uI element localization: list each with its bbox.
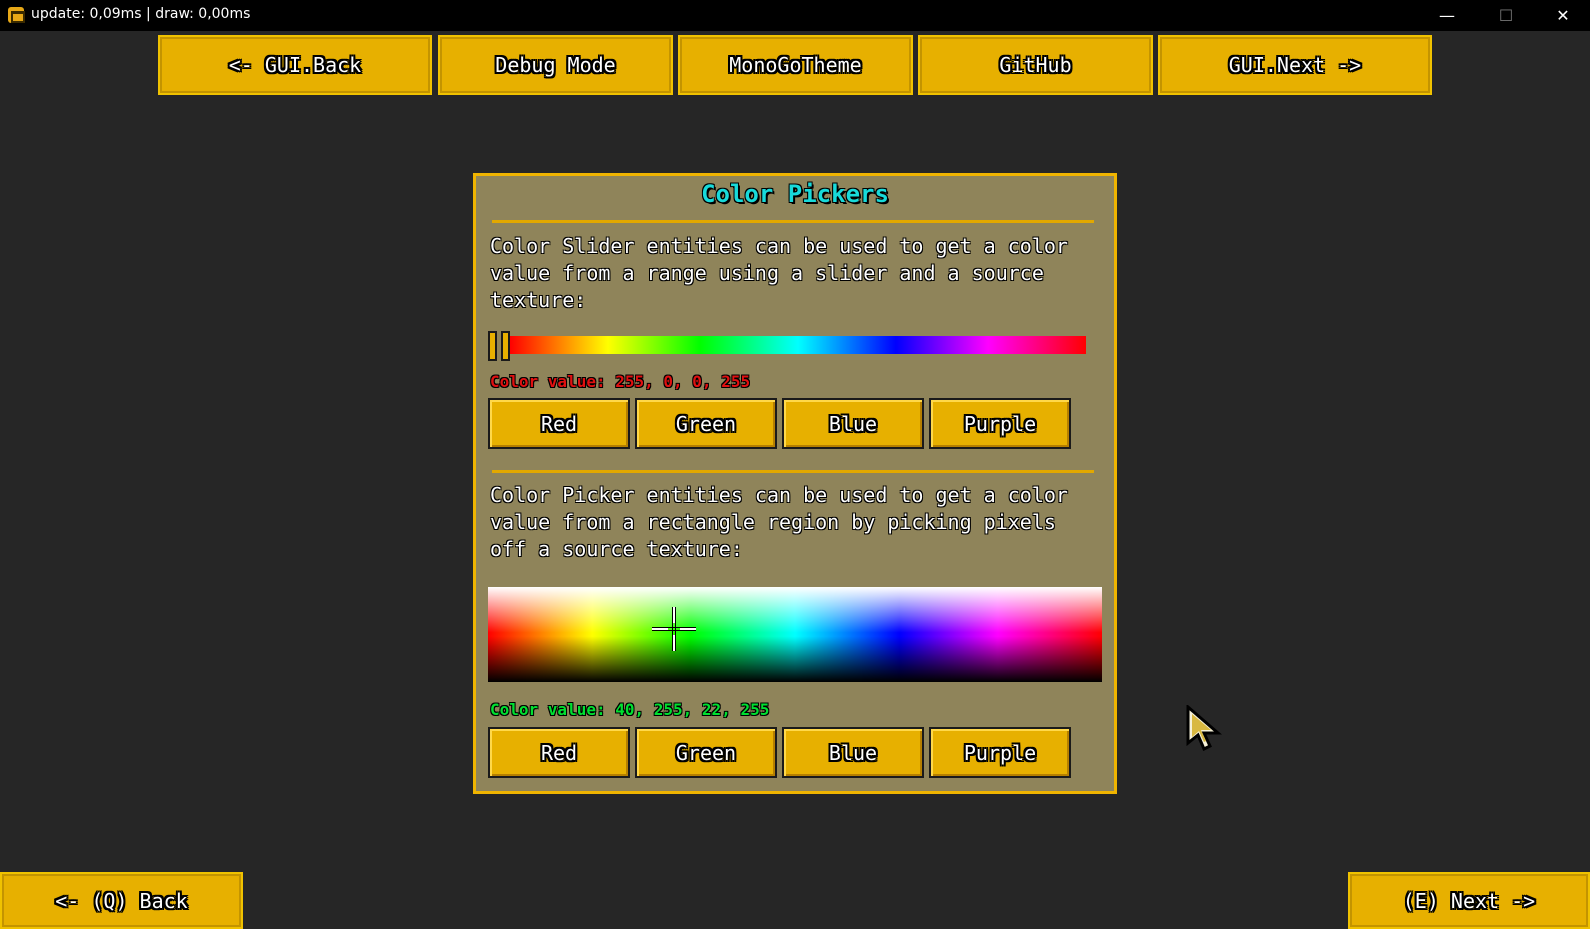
slider-red-button[interactable]: Red <box>488 398 630 449</box>
slider-handle-right <box>501 331 510 361</box>
close-button[interactable]: ✕ <box>1540 0 1586 31</box>
mouse-cursor-icon <box>1186 705 1222 751</box>
color-pickers-panel: Color Pickers Color Slider entities can … <box>473 173 1117 794</box>
picker-red-button[interactable]: Red <box>488 727 630 778</box>
back-button[interactable]: <- (Q) Back <box>0 872 243 929</box>
picker-blue-button[interactable]: Blue <box>782 727 924 778</box>
color-slider-track[interactable] <box>510 336 1086 354</box>
window-title: update: 0,09ms | draw: 0,00ms <box>31 6 251 22</box>
minimize-button[interactable]: — <box>1424 0 1470 31</box>
crosshair-vertical <box>672 607 676 651</box>
next-button[interactable]: (E) Next -> <box>1348 872 1590 929</box>
gui-next-button[interactable]: GUI.Next -> <box>1158 35 1432 95</box>
theme-button[interactable]: MonoGoTheme <box>678 35 913 95</box>
maximize-button[interactable]: ☐ <box>1483 0 1529 31</box>
debug-mode-button[interactable]: Debug Mode <box>438 35 673 95</box>
github-button[interactable]: GitHub <box>918 35 1153 95</box>
picker-description: Color Picker entities can be used to get… <box>490 483 1068 561</box>
slider-green-button[interactable]: Green <box>635 398 777 449</box>
color-slider-handle[interactable] <box>488 331 514 361</box>
slider-color-value: Color value: 255, 0, 0, 255 <box>490 372 751 391</box>
picker-green-button[interactable]: Green <box>635 727 777 778</box>
slider-purple-button[interactable]: Purple <box>929 398 1071 449</box>
app-icon <box>8 7 25 23</box>
color-picker-area[interactable] <box>488 587 1102 682</box>
slider-handle-left <box>488 331 497 361</box>
gui-back-button[interactable]: <- GUI.Back <box>158 35 432 95</box>
slider-blue-button[interactable]: Blue <box>782 398 924 449</box>
divider <box>492 220 1094 223</box>
picker-color-value: Color value: 40, 255, 22, 255 <box>490 700 770 719</box>
window-title-bar: update: 0,09ms | draw: 0,00ms — ☐ ✕ <box>0 0 1590 31</box>
picker-purple-button[interactable]: Purple <box>929 727 1071 778</box>
picker-crosshair-icon[interactable] <box>652 607 696 651</box>
slider-description: Color Slider entities can be used to get… <box>490 234 1068 312</box>
panel-title: Color Pickers <box>701 180 889 208</box>
divider <box>492 470 1094 473</box>
